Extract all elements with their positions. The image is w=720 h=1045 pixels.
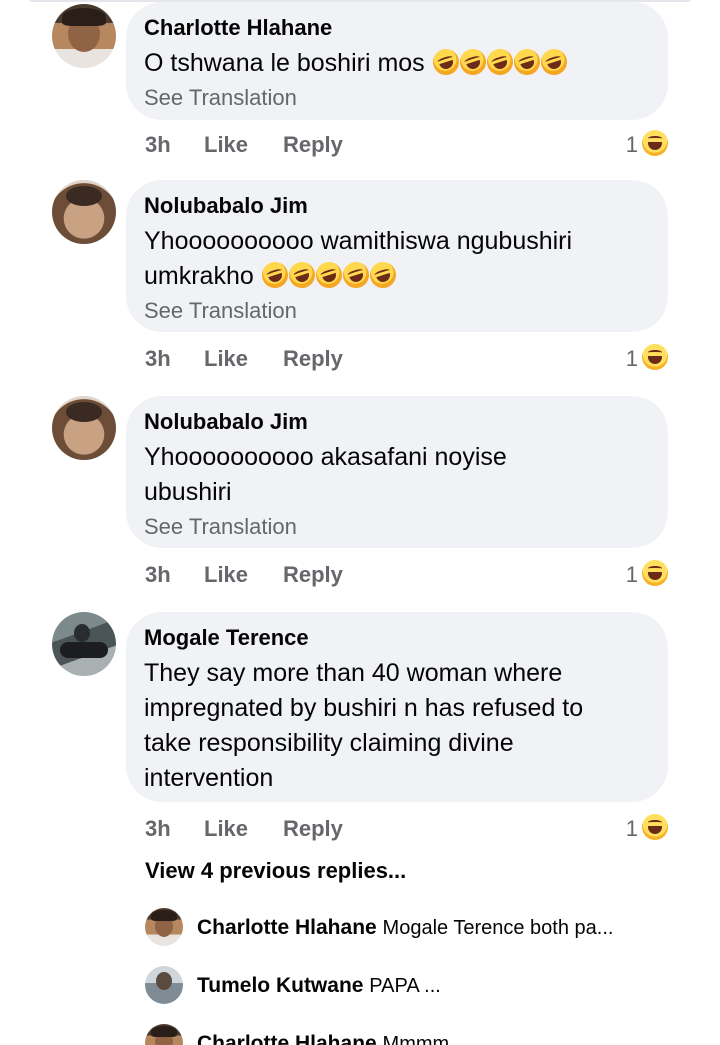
reply-text: Mogale Terence both pa... — [382, 917, 614, 939]
comment-author[interactable]: Mogale Terence — [144, 624, 650, 652]
laughing-emoji-icon — [429, 45, 463, 79]
reply-line: Tumelo Kutwane PAPA ... — [197, 972, 441, 1000]
haha-reaction-icon[interactable] — [642, 814, 668, 840]
haha-reaction-icon[interactable] — [642, 344, 668, 370]
reply-author[interactable]: Tumelo Kutwane — [197, 974, 363, 997]
reaction-count[interactable]: 1 — [626, 132, 638, 158]
comment-bubble[interactable]: Nolubabalo Jim Yhoooooooooo wamithiswa n… — [126, 180, 668, 332]
laughing-emoji-icon — [285, 258, 319, 292]
avatar[interactable] — [52, 612, 116, 676]
comment-bubble[interactable]: Charlotte Hlahane O tshwana le boshiri m… — [126, 2, 668, 120]
laughing-emoji-icon — [258, 258, 292, 292]
haha-reaction-icon[interactable] — [642, 130, 668, 156]
laughing-emoji-icon — [510, 45, 544, 79]
laughing-emoji-icon — [312, 258, 346, 292]
reply-preview[interactable]: Tumelo Kutwane PAPA ... — [145, 966, 685, 1004]
avatar[interactable] — [52, 4, 116, 68]
comment-author[interactable]: Nolubabalo Jim — [144, 192, 650, 220]
comment-text: Yhoooooooooo akasafani noyise ubushiri — [144, 443, 507, 506]
comment-author[interactable]: Charlotte Hlahane — [144, 14, 650, 42]
see-translation-link[interactable]: See Translation — [144, 83, 650, 113]
comment-actions: 3h Like Reply 1 — [145, 814, 670, 846]
comment-timestamp[interactable]: 3h — [145, 132, 171, 158]
comment-actions: 3h Like Reply 1 — [145, 130, 670, 162]
comment-bubble[interactable]: Mogale Terence They say more than 40 wom… — [126, 612, 668, 802]
reply-preview[interactable]: Charlotte Hlahane Mogale Terence both pa… — [145, 908, 685, 946]
laughing-emoji-icon — [339, 258, 373, 292]
reply-text: PAPA ... — [369, 975, 441, 997]
reply-text: Mmmm — [382, 1033, 450, 1045]
reply-line: Charlotte Hlahane Mogale Terence both pa… — [197, 914, 613, 942]
reply-button[interactable]: Reply — [283, 816, 343, 842]
reaction-count[interactable]: 1 — [626, 816, 638, 842]
see-translation-link[interactable]: See Translation — [144, 512, 650, 542]
laughing-emoji-icon — [483, 45, 517, 79]
reply-author[interactable]: Charlotte Hlahane — [197, 1032, 377, 1045]
comment-text: O tshwana le boshiri mos — [144, 45, 650, 81]
avatar[interactable] — [145, 966, 183, 1004]
avatar[interactable] — [52, 180, 116, 244]
laughing-emoji-icon — [537, 45, 571, 79]
comment-author[interactable]: Nolubabalo Jim — [144, 408, 650, 436]
avatar[interactable] — [145, 1024, 183, 1045]
avatar[interactable] — [145, 908, 183, 946]
reply-button[interactable]: Reply — [283, 132, 343, 158]
comment-text: They say more than 40 woman where impregn… — [144, 659, 584, 792]
comment-timestamp[interactable]: 3h — [145, 346, 171, 372]
reply-line: Charlotte Hlahane Mmmm — [197, 1030, 449, 1045]
comment-timestamp[interactable]: 3h — [145, 562, 171, 588]
like-button[interactable]: Like — [204, 562, 248, 588]
comment-bubble[interactable]: Nolubabalo Jim Yhoooooooooo akasafani no… — [126, 396, 668, 548]
reply-button[interactable]: Reply — [283, 562, 343, 588]
reply-button[interactable]: Reply — [283, 346, 343, 372]
like-button[interactable]: Like — [204, 132, 248, 158]
laughing-emoji-icon — [456, 45, 490, 79]
like-button[interactable]: Like — [204, 816, 248, 842]
see-translation-link[interactable]: See Translation — [144, 296, 650, 326]
reaction-count[interactable]: 1 — [626, 346, 638, 372]
laughing-emoji-icon — [366, 258, 400, 292]
reply-author[interactable]: Charlotte Hlahane — [197, 916, 377, 939]
haha-reaction-icon[interactable] — [642, 560, 668, 586]
like-button[interactable]: Like — [204, 346, 248, 372]
reply-preview[interactable]: Charlotte Hlahane Mmmm — [145, 1024, 685, 1045]
comment-timestamp[interactable]: 3h — [145, 816, 171, 842]
comment-actions: 3h Like Reply 1 — [145, 344, 670, 376]
view-previous-replies-link[interactable]: View 4 previous replies... — [145, 858, 406, 884]
comment-actions: 3h Like Reply 1 — [145, 560, 670, 592]
reaction-count[interactable]: 1 — [626, 562, 638, 588]
comment-text: Yhoooooooooo wamithiswa ngubushiri umkrak… — [144, 227, 573, 292]
avatar[interactable] — [52, 396, 116, 460]
